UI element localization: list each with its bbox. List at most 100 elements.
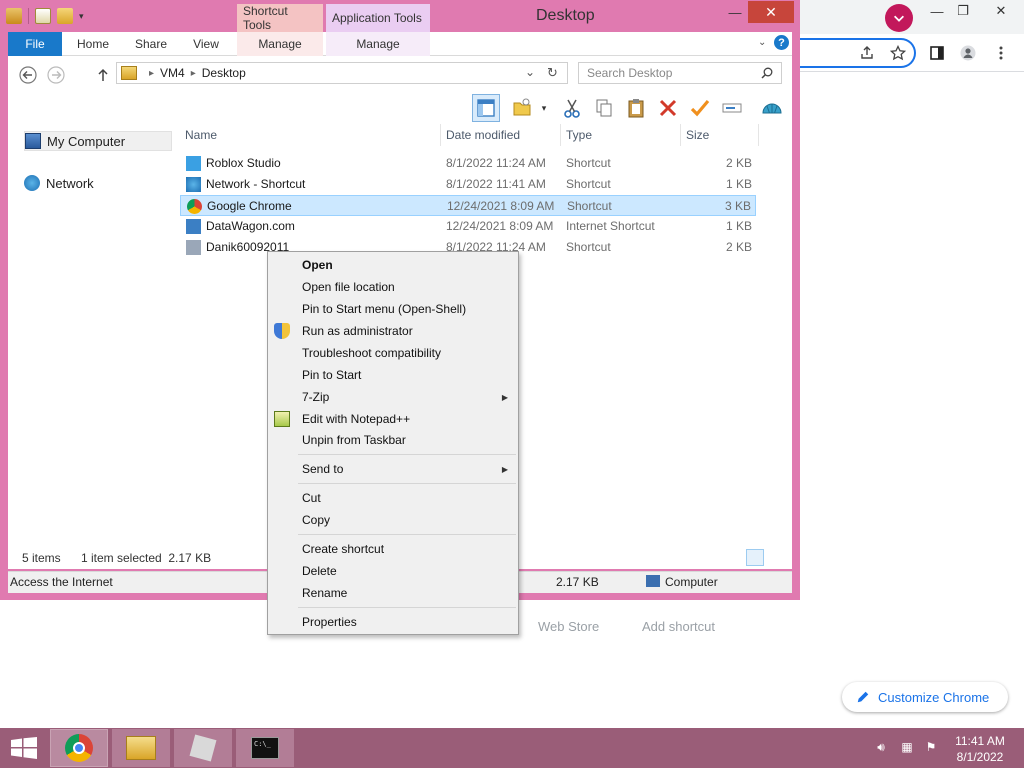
chevron-down-icon: [894, 15, 904, 22]
rename-icon: [722, 103, 742, 113]
taskbar-roblox[interactable]: [174, 729, 232, 767]
menu-item-delete[interactable]: Delete: [268, 560, 518, 582]
paste-button[interactable]: [622, 94, 650, 122]
application-tools-tab[interactable]: Application Tools: [326, 4, 430, 32]
chrome-close-button[interactable]: ✕: [988, 2, 1014, 20]
breadcrumb-vm4[interactable]: VM4: [160, 66, 185, 80]
new-folder-icon[interactable]: [57, 8, 73, 24]
qat-dropdown-icon[interactable]: ▾: [79, 11, 84, 22]
tab-home[interactable]: Home: [68, 32, 118, 56]
share-icon[interactable]: [856, 42, 878, 64]
terminal-icon: C:\_: [251, 737, 279, 759]
tab-manage-application[interactable]: Manage: [326, 32, 430, 56]
customize-chrome-button[interactable]: Customize Chrome: [842, 682, 1008, 712]
chrome-tab-search-button[interactable]: [885, 4, 913, 32]
ribbon-expand-icon[interactable]: ⌄: [758, 37, 766, 48]
taskbar-chrome[interactable]: [50, 729, 108, 767]
up-button[interactable]: [92, 64, 114, 86]
menu-item-open-file-location[interactable]: Open file location: [268, 276, 518, 298]
tab-view[interactable]: View: [182, 32, 230, 56]
open-shell-button[interactable]: [758, 94, 786, 122]
delete-button[interactable]: [654, 94, 682, 122]
file-row-roblox-studio[interactable]: Roblox Studio 8/1/2022 11:24 AM Shortcut…: [180, 153, 756, 174]
bookmark-star-icon[interactable]: [887, 42, 909, 64]
breadcrumb-separator-icon: ▸: [190, 67, 196, 79]
file-name: DataWagon.com: [206, 219, 295, 233]
address-dropdown-icon[interactable]: ⌄: [525, 65, 535, 79]
chrome-restore-button[interactable]: ❐: [950, 2, 976, 20]
menu-kebab-icon[interactable]: [990, 42, 1012, 64]
side-panel-icon[interactable]: [926, 42, 948, 64]
menu-item-unpin-taskbar[interactable]: Unpin from Taskbar: [268, 429, 518, 451]
column-divider[interactable]: [680, 124, 681, 146]
menu-item-create-shortcut[interactable]: Create shortcut: [268, 538, 518, 560]
column-divider[interactable]: [560, 124, 561, 146]
cut-button[interactable]: [558, 94, 586, 122]
taskbar-clock[interactable]: 11:41 AM 8/1/2022: [948, 733, 1012, 765]
menu-item-edit-notepadpp[interactable]: Edit with Notepad++: [268, 408, 518, 430]
network-tray-icon[interactable]: ▦: [898, 738, 916, 756]
close-button[interactable]: ✕: [748, 1, 794, 23]
file-row-google-chrome[interactable]: Google Chrome 12/24/2021 8:09 AM Shortcu…: [180, 195, 756, 216]
action-center-icon[interactable]: ⚑: [922, 738, 940, 756]
refresh-icon[interactable]: ↻: [547, 65, 558, 81]
tab-file[interactable]: File: [8, 32, 62, 56]
copy-button[interactable]: [590, 94, 618, 122]
folder-location-icon: [121, 66, 137, 80]
column-divider[interactable]: [758, 124, 759, 146]
column-divider[interactable]: [440, 124, 441, 146]
shortcut-tools-tab[interactable]: Shortcut Tools: [237, 4, 323, 32]
menu-item-run-as-admin[interactable]: Run as administrator: [268, 320, 518, 342]
taskbar-command-prompt[interactable]: C:\_: [236, 729, 294, 767]
layout-pane-button[interactable]: [472, 94, 500, 122]
menu-item-open[interactable]: Open: [268, 254, 518, 276]
notepadpp-icon: [274, 411, 290, 427]
nav-network[interactable]: Network: [24, 173, 172, 193]
menu-item-pin-to-start[interactable]: Pin to Start: [268, 364, 518, 386]
menu-item-rename[interactable]: Rename: [268, 582, 518, 604]
menu-item-cut[interactable]: Cut: [268, 487, 518, 509]
tab-manage-shortcut[interactable]: Manage: [237, 32, 323, 56]
profile-avatar[interactable]: [957, 42, 979, 64]
roblox-icon: [189, 734, 217, 762]
file-row-datawagon[interactable]: DataWagon.com 12/24/2021 8:09 AM Interne…: [180, 216, 756, 237]
large-icons-view-button[interactable]: [768, 549, 786, 566]
back-button[interactable]: [17, 64, 39, 86]
address-box[interactable]: ▸ VM4 ▸ Desktop ⌄ ↻: [116, 62, 568, 84]
menu-item-properties[interactable]: Properties: [268, 611, 518, 633]
menu-separator: [298, 454, 516, 455]
folder-options-dropdown-icon[interactable]: ▾: [536, 94, 552, 122]
shortcut-web-store[interactable]: Web Store: [538, 619, 599, 634]
menu-item-pin-start-open-shell[interactable]: Pin to Start menu (Open-Shell): [268, 298, 518, 320]
explorer-app-icon[interactable]: [6, 8, 22, 24]
minimize-button[interactable]: —: [722, 1, 748, 23]
taskbar-file-explorer[interactable]: [112, 729, 170, 767]
breadcrumb-desktop[interactable]: Desktop: [202, 66, 246, 80]
file-row-network-shortcut[interactable]: Network - Shortcut 8/1/2022 11:41 AM Sho…: [180, 174, 756, 195]
breadcrumb-separator-icon: ▸: [149, 67, 155, 79]
properties-icon[interactable]: [35, 8, 51, 24]
network-icon: [24, 175, 40, 191]
column-header-date[interactable]: Date modified: [446, 128, 520, 142]
forward-button[interactable]: [45, 64, 67, 86]
shortcut-add[interactable]: Add shortcut: [642, 619, 715, 634]
shortcut-icon: [186, 240, 201, 255]
help-button[interactable]: ?: [774, 35, 789, 50]
column-header-size[interactable]: Size: [686, 128, 709, 142]
folder-options-button[interactable]: [508, 94, 536, 122]
menu-item-copy[interactable]: Copy: [268, 509, 518, 531]
column-header-type[interactable]: Type: [566, 128, 592, 142]
rename-button[interactable]: [718, 94, 746, 122]
details-view-button[interactable]: [746, 549, 764, 566]
search-input[interactable]: Search Desktop: [578, 62, 782, 84]
tab-share[interactable]: Share: [126, 32, 176, 56]
start-button[interactable]: [0, 729, 48, 767]
menu-item-troubleshoot[interactable]: Troubleshoot compatibility: [268, 342, 518, 364]
properties-check-button[interactable]: [686, 94, 714, 122]
volume-icon[interactable]: 🔊︎: [872, 738, 890, 756]
menu-item-send-to[interactable]: Send to ▶: [268, 458, 518, 480]
column-header-name[interactable]: Name: [185, 128, 217, 142]
nav-my-computer[interactable]: My Computer: [24, 131, 172, 151]
chrome-minimize-button[interactable]: —: [924, 2, 950, 20]
menu-item-7zip[interactable]: 7-Zip ▶: [268, 386, 518, 408]
